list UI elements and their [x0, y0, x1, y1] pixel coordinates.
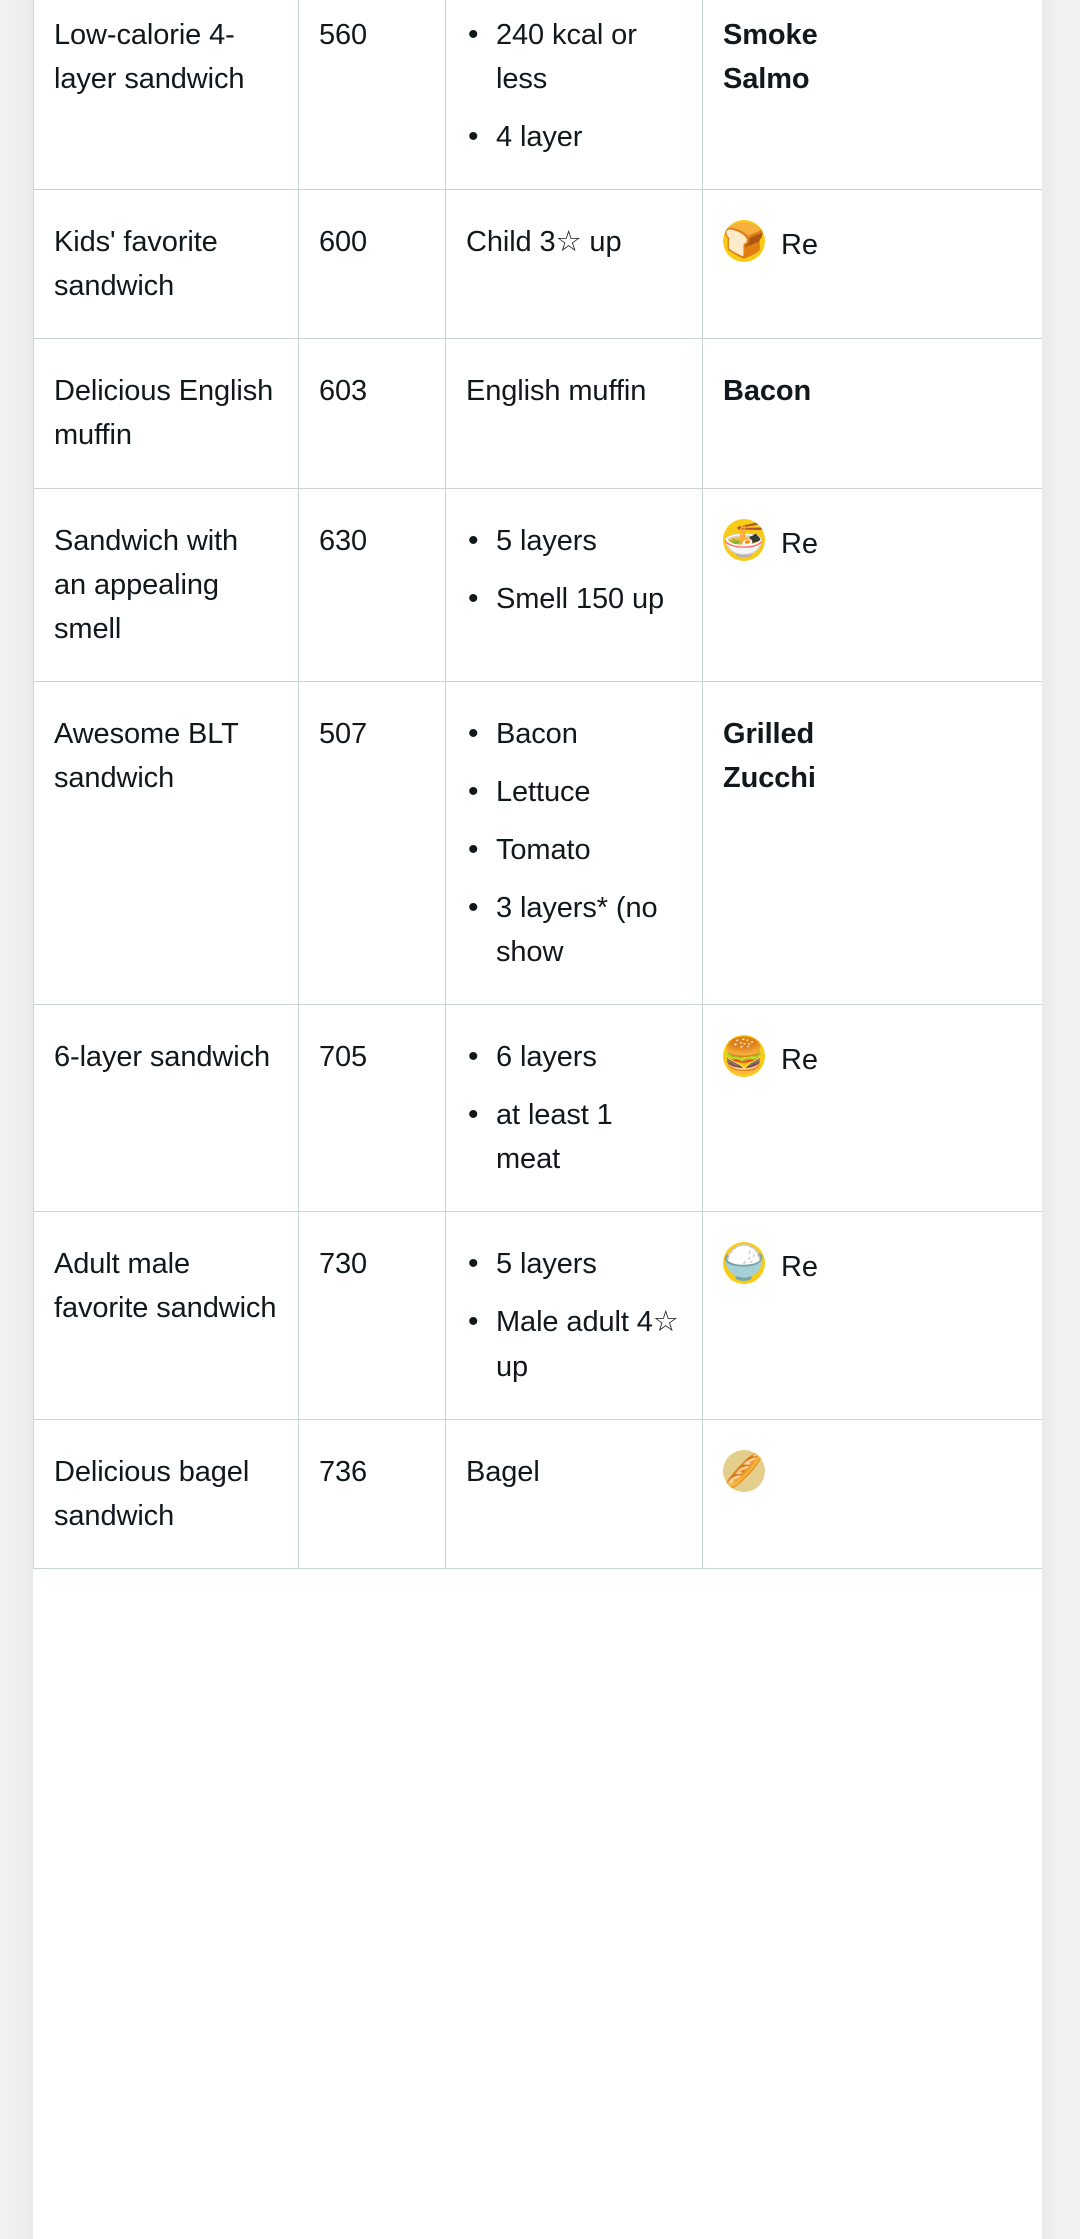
- cell-name: Adult male favorite sandwich: [33, 1211, 299, 1420]
- condition-bullet-item: 240 kcal or less: [468, 12, 681, 101]
- cell-item: Smoke Salmo: [702, 0, 1042, 191]
- condition-text: Bagel: [466, 1455, 540, 1488]
- left-page-gutter: [0, 0, 33, 2239]
- condition-text: Child 3☆ up: [466, 226, 622, 259]
- item-text-line: Zucchi: [723, 761, 816, 794]
- condition-bullet-list: 240 kcal or less 4 layer: [466, 12, 681, 160]
- table-horizontal-scroll-viewport[interactable]: Low-calorie 4-layer sandwich560240 kcal …: [33, 0, 1042, 2239]
- condition-bullet-item: 5 layers: [468, 1241, 681, 1287]
- table-row: 6-layer sandwich705 6 layers at least 1 me…: [33, 1004, 1042, 1213]
- cell-condition: Bacon Lettuce Tomato 3 layers* (no show: [445, 680, 703, 1006]
- condition-bullet-item: at least 1 meat: [468, 1092, 681, 1181]
- table-row: Kids' favorite sandwich 600 Child 3☆ up 🍞 Re: [33, 189, 1042, 340]
- sandwich-spec-table: Low-calorie 4-layer sandwich560240 kcal …: [33, 0, 1042, 1569]
- cell-name: 6-layer sandwich: [33, 1004, 299, 1213]
- condition-bullet-list: 5 layers Smell 150 up: [466, 518, 681, 622]
- cell-item: Grilled Zucchi: [702, 680, 1042, 1006]
- item-text-line: Bacon: [723, 375, 812, 408]
- cell-condition: English muffin: [445, 338, 703, 489]
- condition-bullet-list: Bacon Lettuce Tomato 3 layers* (no show: [466, 711, 681, 974]
- item-text-line: Re: [781, 527, 818, 560]
- table-row: Sandwich with an appealing smell6305 lay…: [33, 487, 1042, 682]
- right-scroll-shadow: [1042, 0, 1080, 2239]
- cell-name: Delicious bagel sandwich: [33, 1418, 299, 1569]
- cell-item: 🍜 Re: [702, 487, 1042, 682]
- cell-condition: 5 layers Smell 150 up: [445, 487, 703, 682]
- table-row: Delicious English muffin 603 English muffi…: [33, 338, 1042, 489]
- condition-bullet-list: 5 layers Male adult 4☆ up: [466, 1241, 681, 1388]
- cell-name: Sandwich with an appealing smell: [33, 487, 299, 682]
- item-text-line: Re: [781, 1044, 818, 1077]
- cell-number: 603: [298, 338, 446, 489]
- condition-bullet-item: 3 layers* (no show: [468, 885, 681, 974]
- cell-condition: 240 kcal or less 4 layer: [445, 0, 703, 191]
- table-row: Awesome BLT sandwich507 Bacon Lettuce Tomat…: [33, 680, 1042, 1006]
- page-root: Low-calorie 4-layer sandwich560240 kcal …: [0, 0, 1080, 2239]
- item-text-line: Salmo: [723, 63, 810, 96]
- cell-name: Awesome BLT sandwich: [33, 680, 299, 1006]
- cell-item: 🥖: [702, 1418, 1042, 1569]
- table-row: Delicious bagel sandwich 736 Bagel 🥖: [33, 1418, 1042, 1569]
- table-row: Low-calorie 4-layer sandwich560240 kcal …: [33, 0, 1042, 191]
- condition-bullet-item: Lettuce: [468, 769, 681, 815]
- cell-number: 600: [298, 189, 446, 340]
- cell-condition: Child 3☆ up: [445, 189, 703, 340]
- table-row: Adult male favorite sandwich730 5 layers M…: [33, 1211, 1042, 1420]
- condition-bullet-item: 6 layers: [468, 1034, 681, 1080]
- cell-number: 630: [298, 487, 446, 682]
- white-bowl-emoji: 🍚: [723, 1242, 765, 1285]
- red-bowl-emoji: 🍜: [723, 518, 765, 561]
- baguette-emoji: 🥖: [723, 1449, 765, 1492]
- cell-name: Delicious English muffin: [33, 338, 299, 489]
- table-body: Low-calorie 4-layer sandwich560240 kcal …: [33, 0, 1042, 1569]
- item-text-line: Re: [781, 1251, 818, 1284]
- sandwich-bun-emoji: 🍔: [723, 1035, 765, 1078]
- cell-condition: Bagel: [445, 1418, 703, 1569]
- condition-bullet-item: 5 layers: [468, 518, 681, 564]
- cell-name: Low-calorie 4-layer sandwich: [33, 0, 299, 191]
- cell-number: 730: [298, 1211, 446, 1420]
- cell-condition: 5 layers Male adult 4☆ up: [445, 1211, 703, 1420]
- item-text-line: Smoke: [723, 19, 818, 51]
- condition-bullet-item: Smell 150 up: [468, 576, 681, 622]
- condition-bullet-list: 6 layers at least 1 meat: [466, 1034, 681, 1181]
- bread-face-emoji: 🍞: [723, 220, 765, 263]
- cell-item: 🍞 Re: [702, 189, 1042, 340]
- condition-text: English muffin: [466, 375, 647, 408]
- item-text-line: Grilled: [723, 717, 815, 750]
- condition-bullet-item: 4 layer: [468, 114, 681, 160]
- cell-item: 🍔 Re: [702, 1004, 1042, 1213]
- cell-item: 🍚 Re: [702, 1211, 1042, 1420]
- cell-number: 507: [298, 680, 446, 1006]
- cell-number: 705: [298, 1004, 446, 1213]
- item-text-line: Re: [781, 229, 818, 262]
- condition-bullet-item: Tomato: [468, 827, 681, 873]
- cell-number: 560: [298, 0, 446, 191]
- cell-name: Kids' favorite sandwich: [33, 189, 299, 340]
- condition-bullet-item: Male adult 4☆ up: [468, 1299, 681, 1388]
- cell-item: Bacon: [702, 338, 1042, 489]
- cell-number: 736: [298, 1418, 446, 1569]
- condition-bullet-item: Bacon: [468, 711, 681, 757]
- cell-condition: 6 layers at least 1 meat: [445, 1004, 703, 1213]
